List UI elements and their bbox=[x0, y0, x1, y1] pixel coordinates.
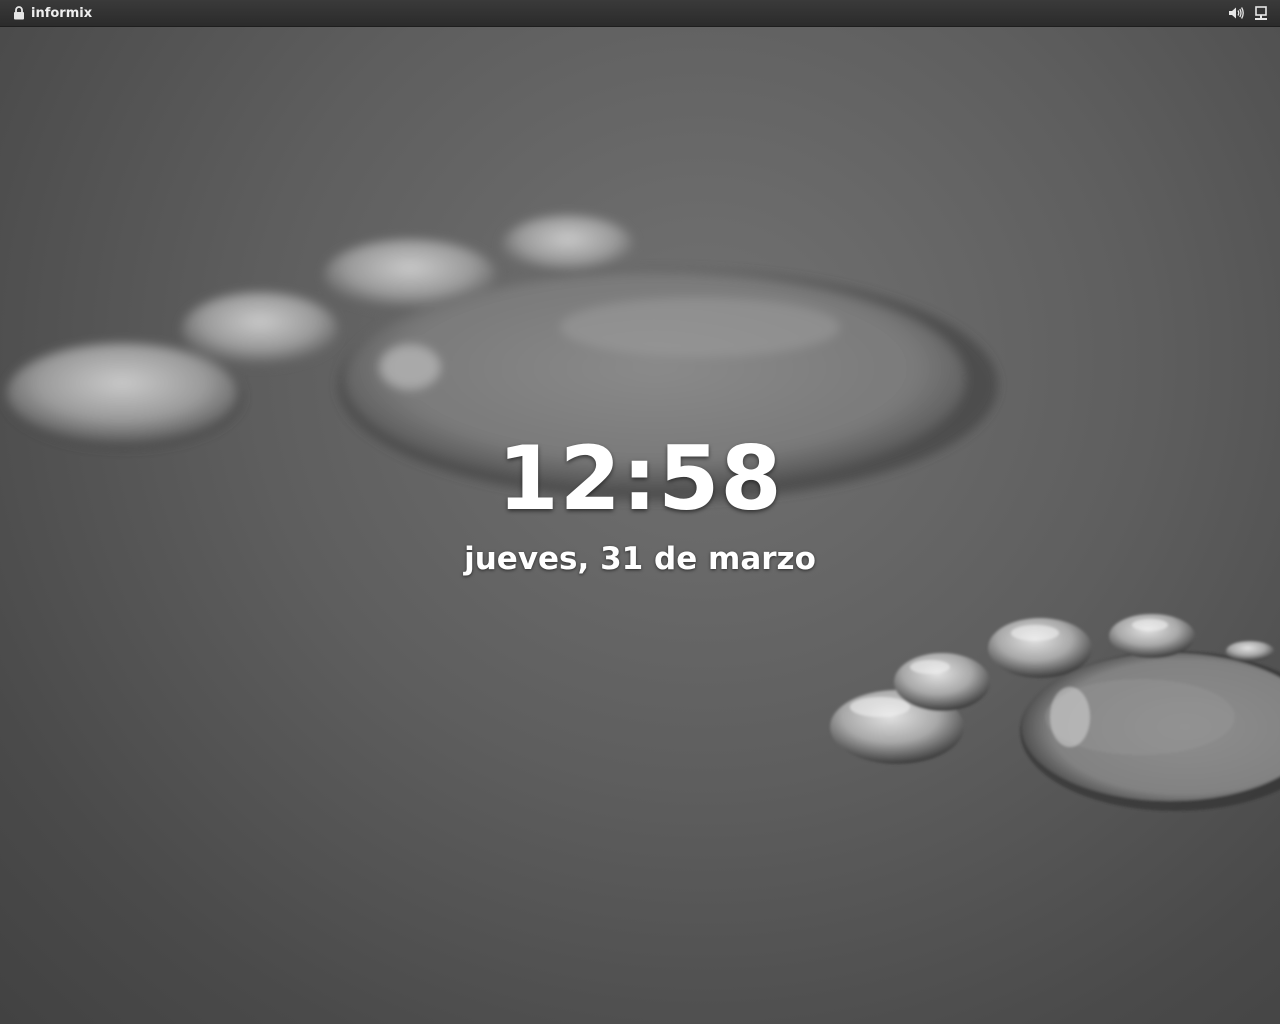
user-indicator: informix bbox=[13, 6, 92, 21]
username-label: informix bbox=[31, 5, 93, 21]
lock-screen: informix 12:58 jueves, 31 de marzo bbox=[0, 0, 1280, 1024]
top-bar: informix bbox=[0, 0, 1280, 27]
system-status-area[interactable] bbox=[1228, 5, 1268, 21]
lock-icon bbox=[13, 6, 25, 20]
volume-icon[interactable] bbox=[1228, 6, 1244, 20]
clock-date: jueves, 31 de marzo bbox=[464, 541, 816, 577]
network-icon[interactable] bbox=[1254, 5, 1268, 21]
lock-clock: 12:58 jueves, 31 de marzo bbox=[0, 425, 1280, 579]
clock-time: 12:58 bbox=[497, 427, 783, 530]
